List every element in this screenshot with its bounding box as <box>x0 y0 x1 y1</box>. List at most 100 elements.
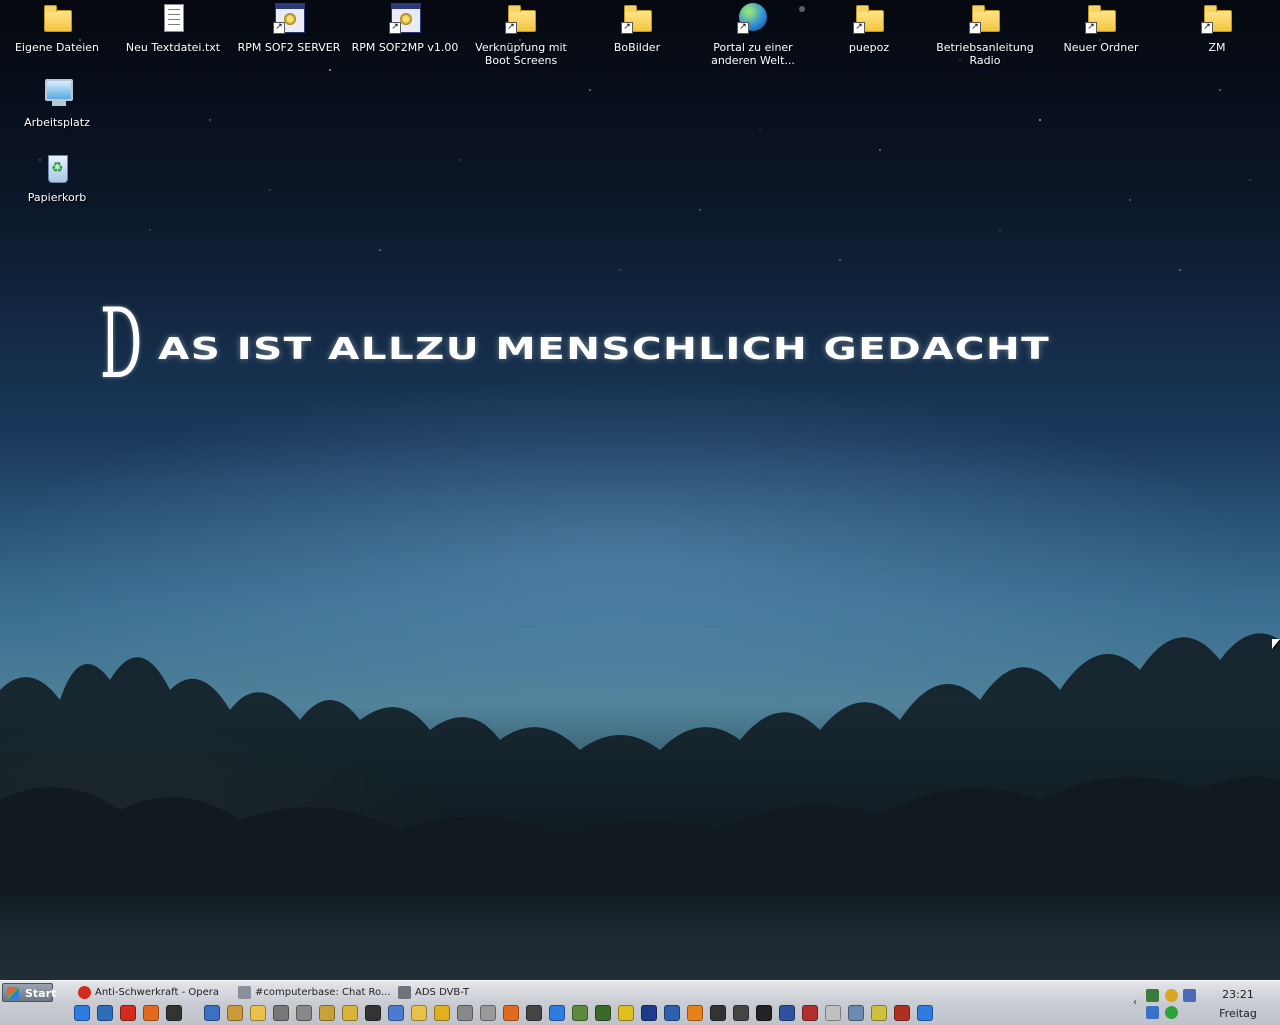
chat-icon <box>238 986 251 999</box>
quick-launch-icon[interactable] <box>825 1005 841 1021</box>
folder-shortcut-icon: ↗ <box>1201 2 1233 34</box>
desktop-icon-neu-textdatei[interactable]: Neu Textdatei.txt <box>117 2 229 54</box>
wallpaper-slogan-text: AS IST ALLZU MENSCHLICH GEDACHT <box>158 331 1051 367</box>
quick-launch-icon[interactable] <box>143 1005 159 1021</box>
quick-launch-icon[interactable] <box>273 1005 289 1021</box>
desktop-icon-label: Neuer Ordner <box>1063 41 1139 54</box>
quick-launch-icon[interactable] <box>388 1005 404 1021</box>
quick-launch-icon[interactable] <box>664 1005 680 1021</box>
desktop-icon-rpm-sof2mp[interactable]: ↗ RPM SOF2MP v1.00 <box>349 2 461 54</box>
desktop-icon-label: RPM SOF2MP v1.00 <box>351 41 459 54</box>
monitor-icon[interactable] <box>1183 989 1196 1002</box>
mouse-cursor-icon <box>1272 639 1280 649</box>
taskbar: Start Anti-Schwerkraft - Opera #computer… <box>0 980 1280 1025</box>
taskbar-item-chat[interactable]: #computerbase: Chat Ro... <box>235 983 390 1002</box>
desktop-icon-label: Betriebsanleitung Radio <box>936 41 1034 67</box>
quick-launch-icon[interactable] <box>917 1005 933 1021</box>
quick-launch-icon[interactable] <box>756 1005 772 1021</box>
recycle-bin-icon <box>41 152 73 184</box>
text-file-icon <box>157 2 189 34</box>
quick-launch-icon[interactable] <box>480 1005 496 1021</box>
folder-shortcut-icon: ↗ <box>1085 2 1117 34</box>
desktop-icon-portal[interactable]: ↗ Portal zu einer anderen Welt... <box>697 2 809 67</box>
globe-icon[interactable] <box>1165 989 1178 1002</box>
desktop-icon-label: Eigene Dateien <box>14 41 100 54</box>
desktop-icon-label: Neu Textdatei.txt <box>125 41 221 54</box>
quick-launch-icon[interactable] <box>411 1005 427 1021</box>
ground-decoration <box>0 890 1280 980</box>
desktop-icon-puepoz[interactable]: ↗ puepoz <box>813 2 925 54</box>
quick-launch-icon[interactable] <box>227 1005 243 1021</box>
quick-launch-icon[interactable] <box>166 1005 182 1021</box>
clock-day: Freitag <box>1219 1007 1257 1020</box>
quick-launch-icon[interactable] <box>526 1005 542 1021</box>
taskbar-item-label: Anti-Schwerkraft - Opera <box>95 987 219 998</box>
taskbar-clock[interactable]: 23:21 Freitag <box>1210 985 1266 1023</box>
quick-launch-icon[interactable] <box>250 1005 266 1021</box>
start-button-label: Start <box>25 987 57 1000</box>
volume-icon[interactable] <box>1146 1006 1159 1019</box>
quick-launch-icon[interactable] <box>595 1005 611 1021</box>
start-button[interactable]: Start <box>2 983 57 1002</box>
folder-shortcut-icon: ↗ <box>969 2 1001 34</box>
quick-launch-icon[interactable] <box>120 1005 136 1021</box>
desktop-icon-boot-screens[interactable]: ↗ Verknüpfung mit Boot Screens <box>465 2 577 67</box>
application-shortcut-icon: ↗ <box>389 2 421 34</box>
folder-shortcut-icon: ↗ <box>621 2 653 34</box>
quick-launch-icon[interactable] <box>457 1005 473 1021</box>
quick-launch-icon[interactable] <box>710 1005 726 1021</box>
desktop-icon-label: Papierkorb <box>27 191 87 204</box>
quick-launch-icon[interactable] <box>296 1005 312 1021</box>
desktop-icon-label: Portal zu einer anderen Welt... <box>711 41 795 67</box>
quick-launch-icon[interactable] <box>319 1005 335 1021</box>
my-computer-icon <box>41 77 73 109</box>
quick-launch-icon[interactable] <box>779 1005 795 1021</box>
desktop-icon-zm[interactable]: ↗ ZM <box>1161 2 1273 54</box>
tray-expand-icon[interactable]: ‹ <box>1133 997 1137 1008</box>
update-icon[interactable] <box>1165 1006 1178 1019</box>
globe-shortcut-icon: ↗ <box>737 2 769 34</box>
desktop-icon-betriebsanleitung-radio[interactable]: ↗ Betriebsanleitung Radio <box>929 2 1041 67</box>
quick-launch-icon[interactable] <box>848 1005 864 1021</box>
network-icon[interactable] <box>1146 989 1159 1002</box>
quick-launch-icon[interactable] <box>549 1005 565 1021</box>
desktop-icon-eigene-dateien[interactable]: Eigene Dateien <box>1 2 113 54</box>
desktop-icon-papierkorb[interactable]: Papierkorb <box>1 152 113 204</box>
quick-launch-icon[interactable] <box>434 1005 450 1021</box>
quick-launch-icon[interactable] <box>342 1005 358 1021</box>
desktop-icon-label: BoBilder <box>613 41 661 54</box>
quick-launch-icon[interactable] <box>97 1005 113 1021</box>
taskbar-item-label: #computerbase: Chat Ro... <box>255 987 390 998</box>
folder-shortcut-icon: ↗ <box>853 2 885 34</box>
application-shortcut-icon: ↗ <box>273 2 305 34</box>
quick-launch-icon[interactable] <box>641 1005 657 1021</box>
quick-launch-icon[interactable] <box>802 1005 818 1021</box>
desktop-icon-arbeitsplatz[interactable]: Arbeitsplatz <box>1 77 113 129</box>
desktop-icon-bobilder[interactable]: ↗ BoBilder <box>581 2 693 54</box>
desktop-icon-label: Arbeitsplatz <box>24 116 90 129</box>
quick-launch-bar <box>74 1005 940 1023</box>
desktop-icon-rpm-sof2-server[interactable]: ↗ RPM SOF2 SERVER <box>233 2 345 54</box>
desktop-icon-label: ZM <box>1208 41 1226 54</box>
quick-launch-icon[interactable] <box>74 1005 90 1021</box>
desktop-icon-label: puepoz <box>848 41 890 54</box>
wallpaper-slogan: D AS IST ALLZU MENSCHLICH GEDACHT <box>100 288 1049 400</box>
quick-launch-icon[interactable] <box>204 1005 220 1021</box>
folder-shortcut-icon: ↗ <box>505 2 537 34</box>
quick-launch-icon[interactable] <box>618 1005 634 1021</box>
tv-icon <box>398 986 411 999</box>
quick-launch-icon[interactable] <box>894 1005 910 1021</box>
quick-launch-icon[interactable] <box>503 1005 519 1021</box>
quick-launch-icon[interactable] <box>572 1005 588 1021</box>
taskbar-item-label: ADS DVB-T <box>415 987 470 998</box>
taskbar-item-opera[interactable]: Anti-Schwerkraft - Opera <box>75 983 225 1002</box>
quick-launch-icon[interactable] <box>365 1005 381 1021</box>
taskbar-item-ads-dvbt[interactable]: ADS DVB-T <box>395 983 485 1002</box>
quick-launch-icon[interactable] <box>871 1005 887 1021</box>
desktop-icon-neuer-ordner[interactable]: ↗ Neuer Ordner <box>1045 2 1157 54</box>
wallpaper-slogan-initial: D <box>100 288 143 400</box>
desktop: D AS IST ALLZU MENSCHLICH GEDACHT Eigene… <box>0 0 1280 980</box>
quick-launch-icon[interactable] <box>687 1005 703 1021</box>
quick-launch-icon[interactable] <box>733 1005 749 1021</box>
opera-icon <box>78 986 91 999</box>
